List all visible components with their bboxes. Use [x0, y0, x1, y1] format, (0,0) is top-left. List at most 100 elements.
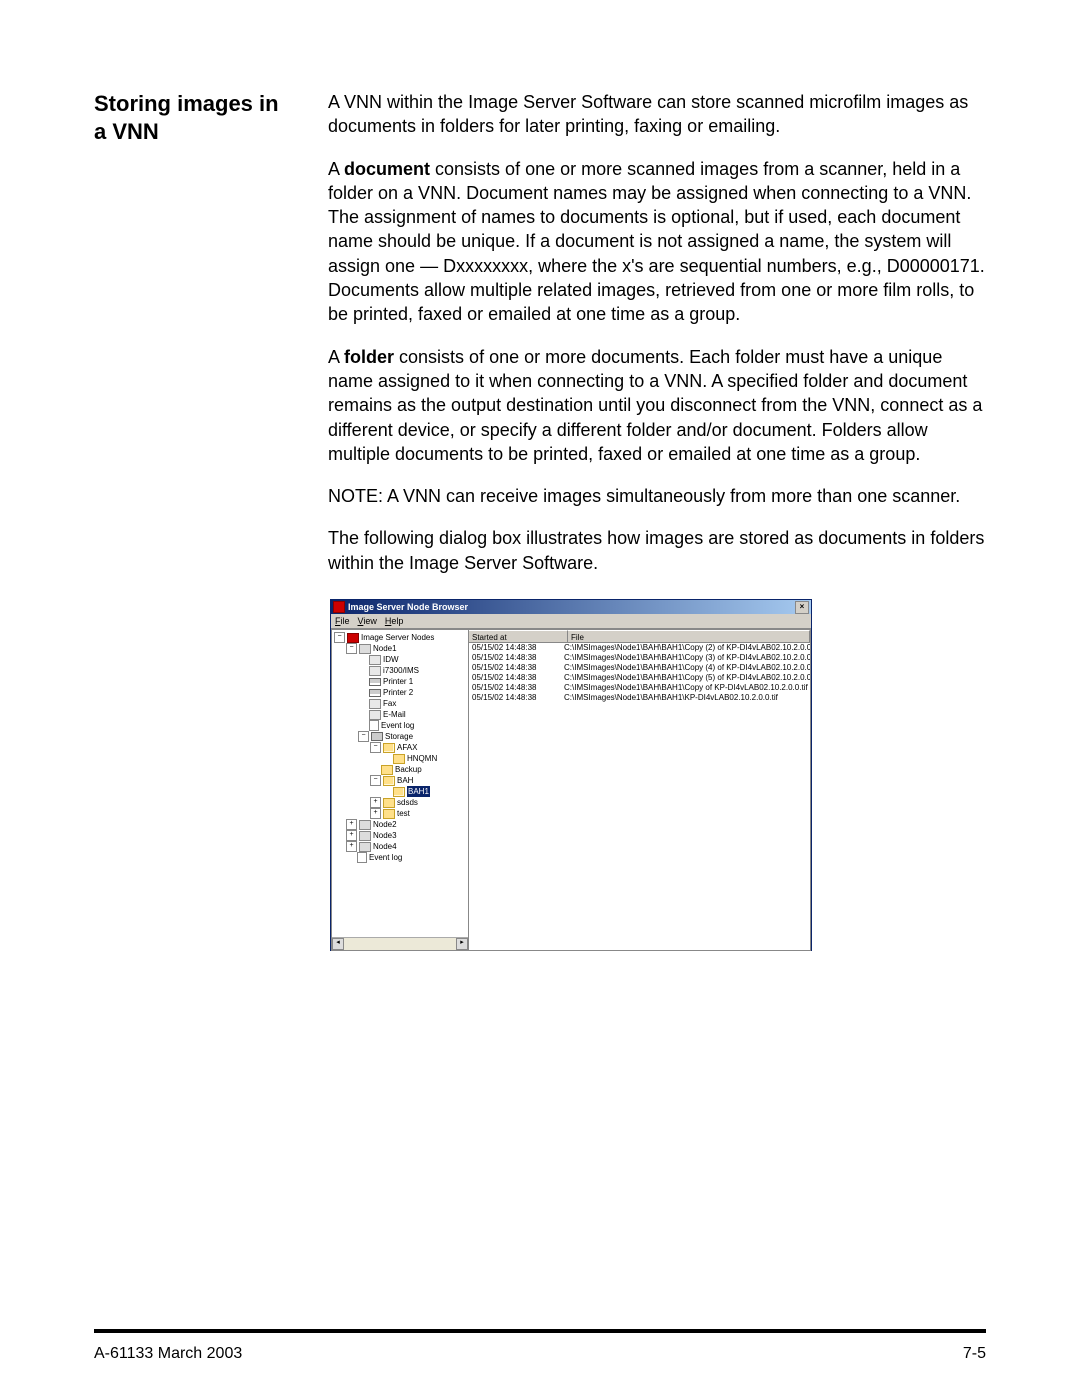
p3-a: A — [328, 347, 344, 367]
para-intro: A VNN within the Image Server Software c… — [328, 90, 986, 139]
tree-pane[interactable]: −Image Server Nodes −Node1 IDW i7300/IMS… — [331, 629, 469, 951]
titlebar: Image Server Node Browser × — [331, 600, 811, 614]
folder-open-icon — [393, 787, 405, 797]
cell-started: 05/15/02 14:48:38 — [472, 673, 564, 683]
tree-printer2[interactable]: Printer 2 — [383, 687, 413, 698]
horizontal-scrollbar[interactable]: ◂ ▸ — [332, 937, 468, 950]
list-row[interactable]: 05/15/02 14:48:38C:\IMSImages\Node1\BAH\… — [469, 663, 810, 673]
cell-file: C:\IMSImages\Node1\BAH\BAH1\Copy (5) of … — [564, 673, 810, 683]
list-row[interactable]: 05/15/02 14:48:38C:\IMSImages\Node1\BAH\… — [469, 673, 810, 683]
list-row[interactable]: 05/15/02 14:48:38C:\IMSImages\Node1\BAH\… — [469, 643, 810, 653]
cell-started: 05/15/02 14:48:38 — [472, 643, 564, 653]
printer-icon — [369, 678, 381, 686]
expand-toggle[interactable]: − — [346, 643, 357, 654]
tree-node3[interactable]: Node3 — [373, 830, 397, 841]
log-icon — [357, 852, 367, 863]
device-icon — [369, 666, 381, 676]
menubar: File View Help — [331, 614, 811, 629]
cell-file: C:\IMSImages\Node1\BAH\BAH1\Copy (3) of … — [564, 653, 810, 663]
dialog-window: Image Server Node Browser × File View He… — [330, 599, 812, 951]
computer-icon — [359, 831, 371, 841]
scroll-left-button[interactable]: ◂ — [332, 938, 344, 950]
p3-c: consists of one or more documents. Each … — [328, 347, 982, 464]
cell-started: 05/15/02 14:48:38 — [472, 693, 564, 703]
tree-root[interactable]: Image Server Nodes — [361, 632, 434, 643]
section-heading: Storing images in a VNN — [94, 90, 294, 146]
computer-icon — [359, 644, 371, 654]
para-folder: A folder consists of one or more documen… — [328, 345, 986, 466]
tree-bah[interactable]: BAH — [397, 775, 413, 786]
menu-file[interactable]: File — [335, 614, 350, 628]
list-row[interactable]: 05/15/02 14:48:38C:\IMSImages\Node1\BAH\… — [469, 683, 810, 693]
expand-toggle[interactable]: + — [346, 830, 357, 841]
para-note: NOTE: A VNN can receive images simultane… — [328, 484, 986, 508]
app-icon — [333, 601, 345, 613]
expand-toggle[interactable]: + — [346, 819, 357, 830]
expand-toggle[interactable]: + — [370, 808, 381, 819]
cell-file: C:\IMSImages\Node1\BAH\BAH1\Copy of KP-D… — [564, 683, 810, 693]
cell-started: 05/15/02 14:48:38 — [472, 663, 564, 673]
p3-b-bold: folder — [344, 347, 394, 367]
scroll-track[interactable] — [344, 938, 456, 950]
footer-left: A-61133 March 2003 — [94, 1345, 242, 1363]
folder-icon — [393, 754, 405, 764]
expand-toggle[interactable]: − — [370, 742, 381, 753]
tree-node1[interactable]: Node1 — [373, 643, 397, 654]
expand-toggle[interactable]: − — [370, 775, 381, 786]
fax-icon — [369, 699, 381, 709]
list-pane[interactable]: Started at File 05/15/02 14:48:38C:\IMSI… — [469, 629, 811, 951]
folder-icon — [383, 798, 395, 808]
folder-icon — [381, 765, 393, 775]
tree-eventlog[interactable]: Event log — [381, 720, 414, 731]
menu-help[interactable]: Help — [385, 614, 404, 628]
cell-started: 05/15/02 14:48:38 — [472, 653, 564, 663]
folder-open-icon — [383, 743, 395, 753]
menu-view[interactable]: View — [358, 614, 377, 628]
col-file[interactable]: File — [568, 630, 810, 643]
para-dialog-intro: The following dialog box illustrates how… — [328, 526, 986, 575]
tree-idw[interactable]: IDW — [383, 654, 399, 665]
list-row[interactable]: 05/15/02 14:48:38C:\IMSImages\Node1\BAH\… — [469, 693, 810, 703]
close-button[interactable]: × — [795, 601, 809, 614]
list-header: Started at File — [469, 630, 810, 643]
tree-storage[interactable]: Storage — [385, 731, 413, 742]
tree-eventlog2[interactable]: Event log — [369, 852, 402, 863]
tree-afax[interactable]: AFAX — [397, 742, 417, 753]
p2-b-bold: document — [344, 159, 430, 179]
expand-toggle[interactable]: + — [370, 797, 381, 808]
printer-icon — [369, 689, 381, 697]
footer-rule — [94, 1329, 986, 1333]
col-started[interactable]: Started at — [469, 630, 568, 643]
expand-toggle[interactable]: − — [334, 632, 345, 643]
footer-right: 7-5 — [963, 1345, 986, 1363]
root-icon — [347, 633, 359, 643]
cell-started: 05/15/02 14:48:38 — [472, 683, 564, 693]
folder-open-icon — [383, 776, 395, 786]
tree-printer1[interactable]: Printer 1 — [383, 676, 413, 687]
expand-toggle[interactable]: − — [358, 731, 369, 742]
tree-email[interactable]: E-Mail — [383, 709, 406, 720]
tree-node4[interactable]: Node4 — [373, 841, 397, 852]
p2-c: consists of one or more scanned images f… — [328, 159, 985, 325]
tree-test[interactable]: test — [397, 808, 410, 819]
list-row[interactable]: 05/15/02 14:48:38C:\IMSImages\Node1\BAH\… — [469, 653, 810, 663]
p2-a: A — [328, 159, 344, 179]
log-icon — [369, 720, 379, 731]
tree-bah1-selected[interactable]: BAH1 — [407, 786, 430, 797]
cell-file: C:\IMSImages\Node1\BAH\BAH1\Copy (4) of … — [564, 663, 810, 673]
tree-node2[interactable]: Node2 — [373, 819, 397, 830]
tree-fax[interactable]: Fax — [383, 698, 396, 709]
tree-sdsds[interactable]: sdsds — [397, 797, 418, 808]
expand-toggle[interactable]: + — [346, 841, 357, 852]
storage-icon — [371, 732, 383, 741]
window-title: Image Server Node Browser — [348, 600, 468, 614]
cell-file: C:\IMSImages\Node1\BAH\BAH1\KP-DI4vLAB02… — [564, 693, 810, 703]
scroll-right-button[interactable]: ▸ — [456, 938, 468, 950]
tree-i7300[interactable]: i7300/IMS — [383, 665, 419, 676]
tree-backup[interactable]: Backup — [395, 764, 422, 775]
folder-icon — [383, 809, 395, 819]
email-icon — [369, 710, 381, 720]
device-icon — [369, 655, 381, 665]
computer-icon — [359, 820, 371, 830]
tree-hnqmn[interactable]: HNQMN — [407, 753, 437, 764]
